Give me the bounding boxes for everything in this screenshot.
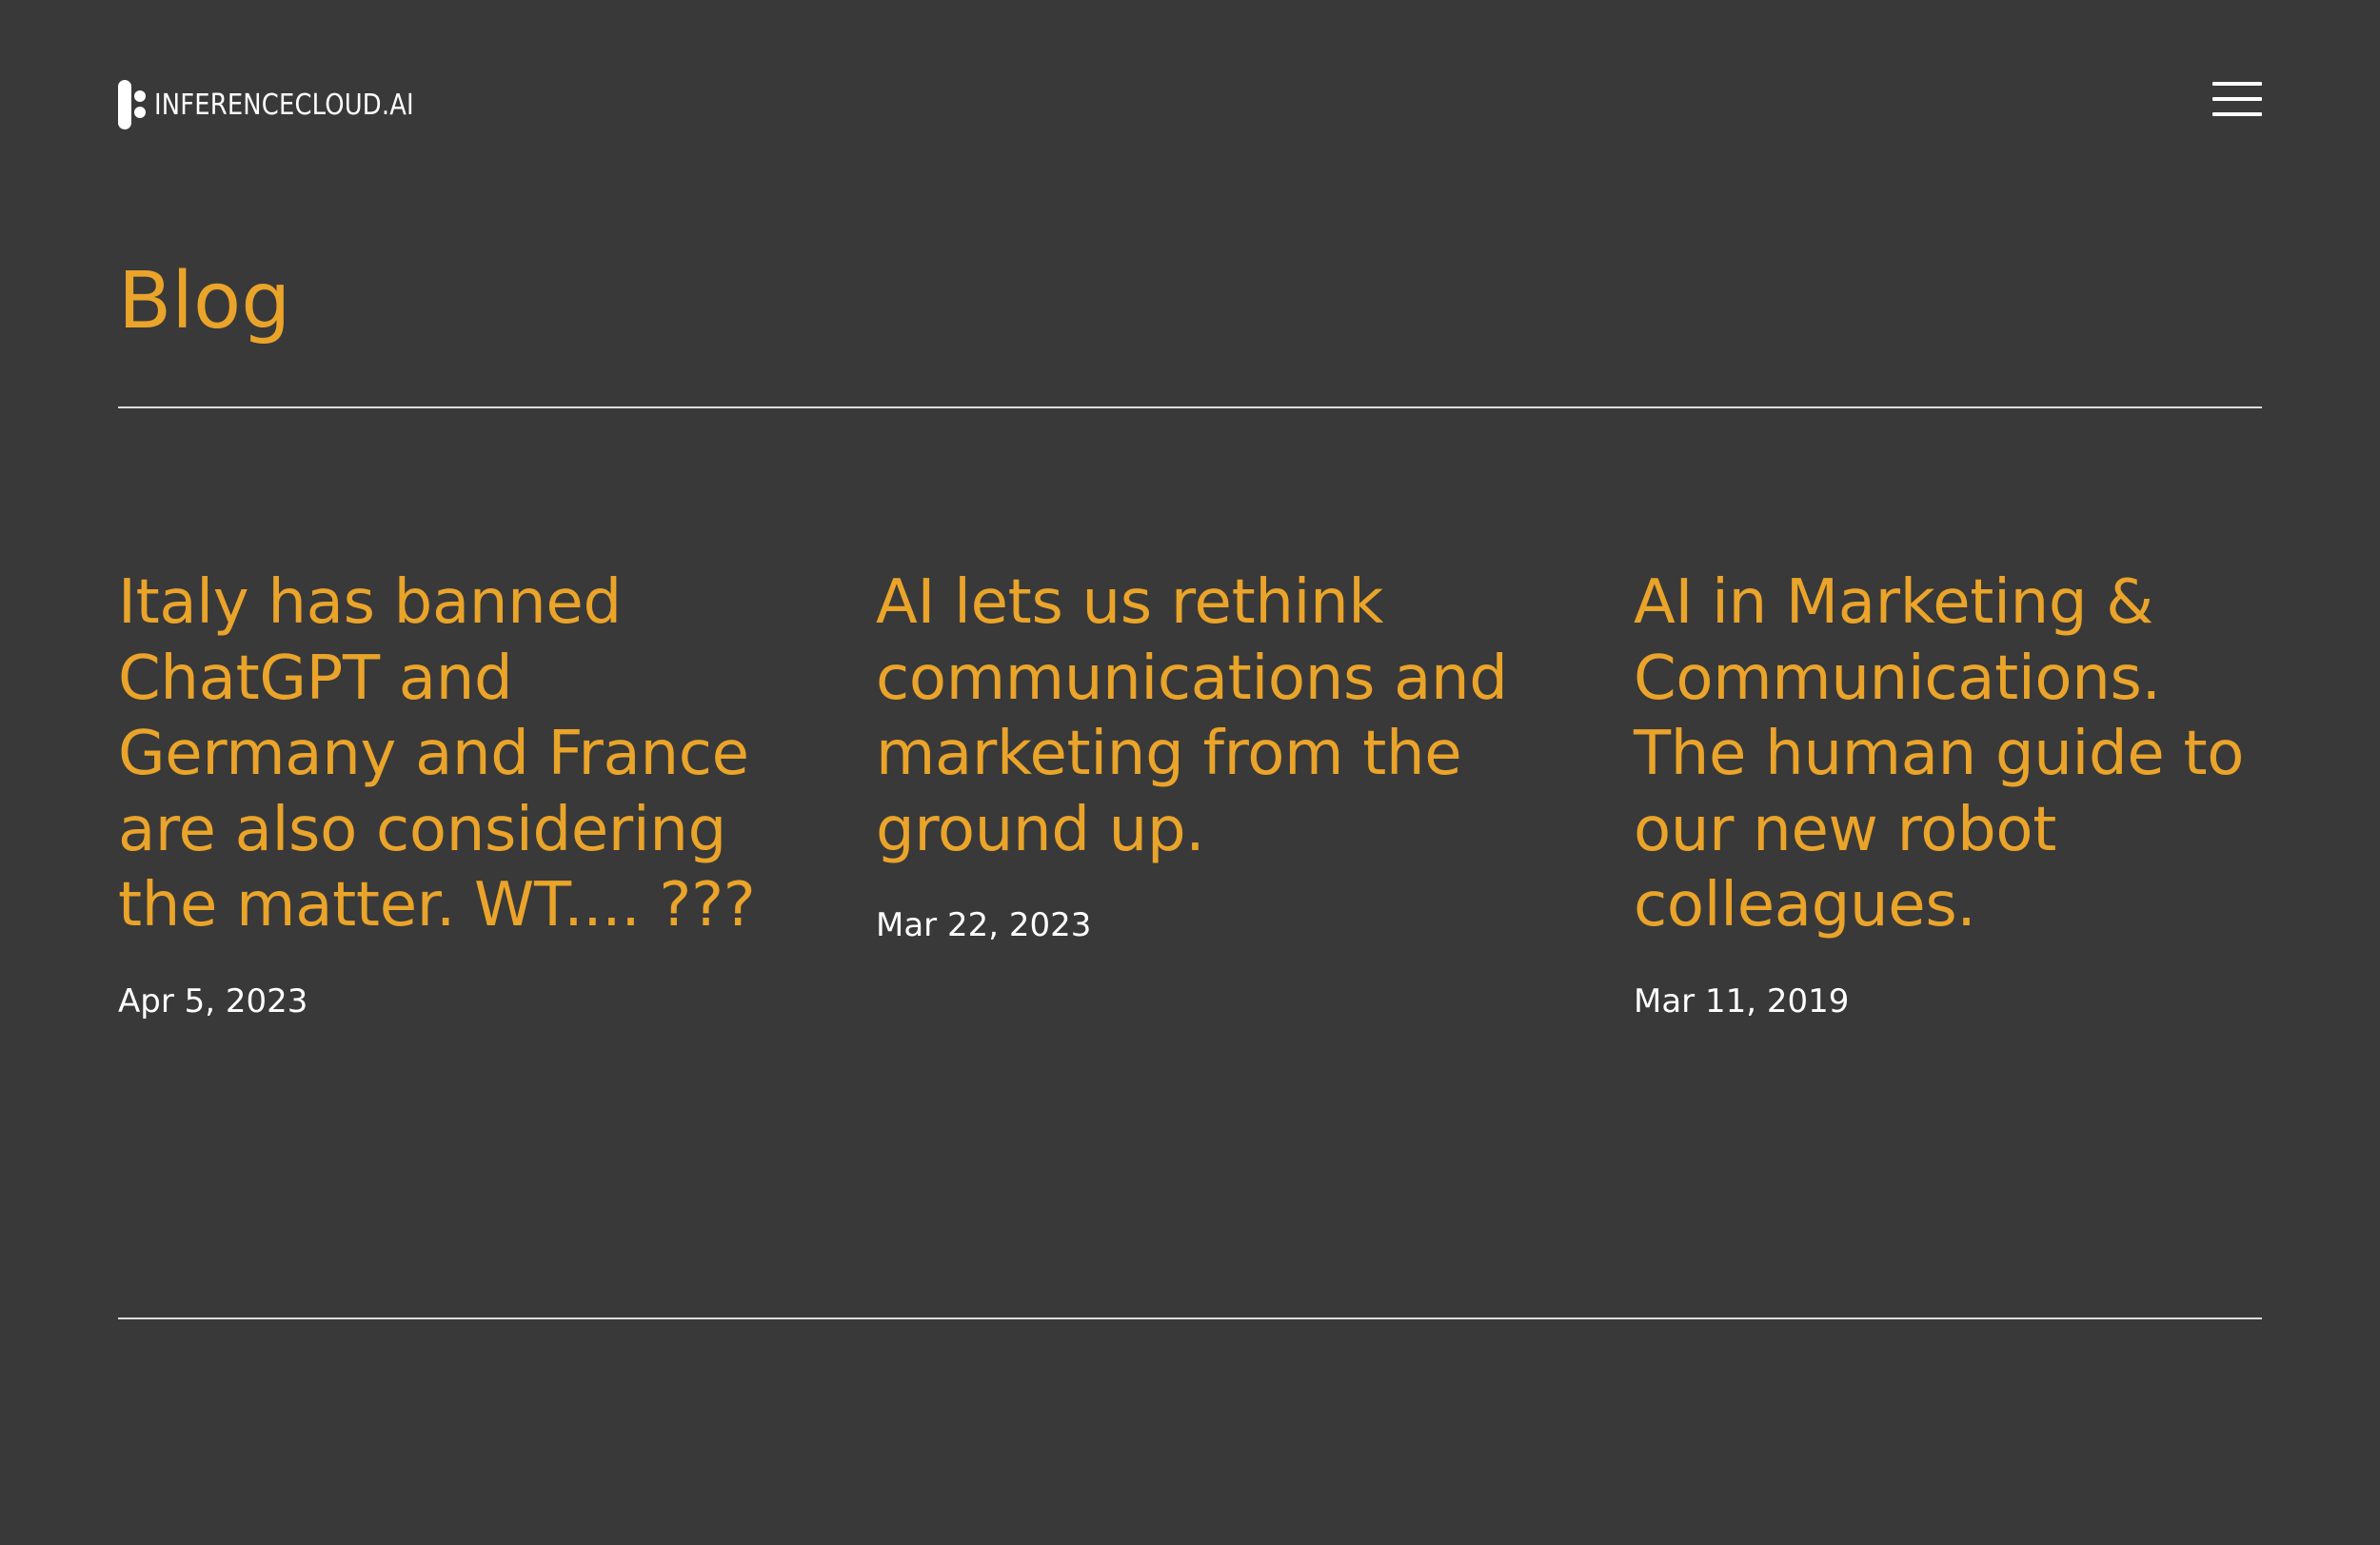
- blog-post-card[interactable]: AI in Marketing & Communications. The hu…: [1634, 565, 2281, 1022]
- site-header: INFERENCECLOUD.AI: [118, 76, 2262, 133]
- post-title-link[interactable]: Italy has banned ChatGPT and Germany and…: [118, 565, 765, 944]
- logo-icon: [118, 80, 147, 129]
- top-divider: [118, 406, 2262, 408]
- post-date: Mar 22, 2023: [876, 906, 1092, 944]
- logo-text: INFERENCECLOUD.AI: [154, 88, 414, 122]
- page-title: Blog: [118, 256, 291, 347]
- bottom-divider: [118, 1317, 2262, 1319]
- post-date: Mar 11, 2019: [1634, 981, 1850, 1020]
- post-date: Apr 5, 2023: [118, 981, 308, 1020]
- post-title-link[interactable]: AI in Marketing & Communications. The hu…: [1634, 565, 2281, 944]
- blog-post-card[interactable]: AI lets us rethink communications and ma…: [876, 565, 1523, 946]
- site-logo[interactable]: INFERENCECLOUD.AI: [118, 80, 456, 129]
- post-title-link[interactable]: AI lets us rethink communications and ma…: [876, 565, 1523, 868]
- hamburger-menu-icon[interactable]: [2212, 78, 2262, 120]
- blog-post-card[interactable]: Italy has banned ChatGPT and Germany and…: [118, 565, 765, 1022]
